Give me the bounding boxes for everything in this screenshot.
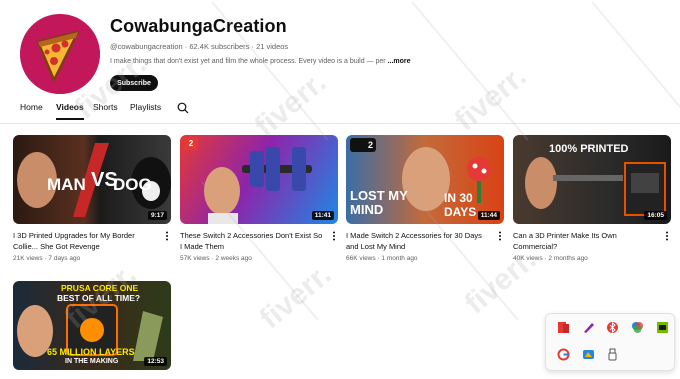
onedrive-icon[interactable] [582,348,595,361]
tabs-divider [0,123,680,124]
tab-shorts[interactable]: Shorts [93,102,118,118]
duration-badge: 11:44 [477,211,500,220]
thumbnail-text-mind: MIND [350,202,384,217]
color-picker-icon[interactable] [631,321,644,334]
google-icon[interactable] [557,348,570,361]
switch-badge: 2 [184,138,198,150]
video-card[interactable]: MAN VS DOG 9:17 I 3D Printed Upgrades fo… [13,135,173,262]
red-app-icon[interactable] [557,321,570,334]
video-title[interactable]: These Switch 2 Accessories Don't Exist S… [180,230,326,252]
search-icon[interactable] [177,102,189,114]
thumbnail-text-best: BEST OF ALL TIME? [57,293,141,303]
channel-tabs: Home Videos Shorts Playlists [20,102,660,122]
video-title[interactable]: I 3D Printed Upgrades for My Border Coll… [13,230,159,252]
view-count: 57K views [180,255,210,262]
tab-home[interactable]: Home [20,102,43,118]
channel-description[interactable]: I make things that don't exist yet and f… [110,58,411,65]
thumbnail-text-dog: DOG [113,175,152,194]
thumbnail-text-printed: 100% PRINTED [549,143,629,155]
upload-age: 2 weeks ago [215,255,252,262]
view-count: 66K views [346,255,376,262]
more-link[interactable]: ...more [388,58,411,65]
more-options-icon[interactable] [332,231,336,241]
system-tray-popup [545,313,675,371]
channel-avatar[interactable] [20,14,100,94]
video-thumbnail[interactable]: 2 11:41 [180,135,338,224]
video-card[interactable]: 2 LOST MY MIND IN 30 DAYS 11:44 I Made S… [346,135,506,262]
duration-badge: 9:17 [147,211,167,220]
video-title[interactable]: Can a 3D Printer Make Its Own Commercial… [513,230,659,252]
purple-pen-icon[interactable] [582,321,595,334]
thumbnail-text-lost: LOST MY [350,188,408,203]
video-thumbnail[interactable]: PRUSA CORE ONE BEST OF ALL TIME? 65 MILL… [13,281,171,370]
more-options-icon[interactable] [165,231,169,241]
bluetooth-icon[interactable] [606,321,619,334]
video-card[interactable]: PRUSA CORE ONE BEST OF ALL TIME? 65 MILL… [13,281,173,370]
video-thumbnail[interactable]: MAN VS DOG 9:17 [13,135,171,224]
video-card[interactable]: 2 11:41 These Switch 2 Accessories Don't… [180,135,340,262]
view-count: 40K views [513,255,543,262]
video-stats: 40K views · 2 months ago [513,255,588,262]
duration-badge: 11:41 [311,211,334,220]
more-options-icon[interactable] [498,231,502,241]
usb-icon[interactable] [606,348,619,361]
tab-playlists[interactable]: Playlists [130,102,161,118]
channel-handle: @cowabungacreation [110,42,183,51]
nvidia-icon[interactable] [656,321,669,334]
duration-badge: 16:05 [644,211,667,220]
thumbnail-text-prusa: PRUSA CORE ONE [61,283,139,293]
description-text: I make things that don't exist yet and f… [110,58,386,65]
channel-meta: @cowabungacreation · 62.4K subscribers ·… [110,42,288,51]
video-thumbnail[interactable]: 100% PRINTED 16:05 [513,135,671,224]
meta-separator: · [251,42,254,51]
meta-separator: · [184,42,188,51]
video-stats: 21K views · 7 days ago [13,255,81,262]
upload-age: 2 months ago [548,255,588,262]
switch-badge: 2 [350,138,376,152]
thumbnail-text-man: MAN [47,175,86,194]
video-count: 21 videos [256,42,289,51]
subscribe-button[interactable]: Subscribe [110,75,158,91]
channel-header: CowabungaCreation @cowabungacreation · 6… [20,14,660,94]
thumbnail-text-layers: 65 MILLION LAYERS [47,347,135,357]
tab-videos[interactable]: Videos [56,102,84,120]
video-stats: 57K views · 2 weeks ago [180,255,252,262]
view-count: 21K views [13,255,43,262]
subscriber-count: 62.4K subscribers [189,42,250,51]
video-stats: 66K views · 1 month ago [346,255,418,262]
video-title[interactable]: I Made Switch 2 Accessories for 30 Days … [346,230,492,252]
watermark-text: fiverr. [253,257,338,336]
pizza-icon [20,14,100,94]
duration-badge: 12:53 [144,357,167,366]
channel-name: CowabungaCreation [110,16,287,36]
video-thumbnail[interactable]: 2 LOST MY MIND IN 30 DAYS 11:44 [346,135,504,224]
more-options-icon[interactable] [665,231,669,241]
upload-age: 1 month ago [381,255,418,262]
video-card[interactable]: 100% PRINTED 16:05 Can a 3D Printer Make… [513,135,673,262]
thumbnail-text-making: IN THE MAKING [65,358,119,365]
upload-age: 7 days ago [48,255,81,262]
